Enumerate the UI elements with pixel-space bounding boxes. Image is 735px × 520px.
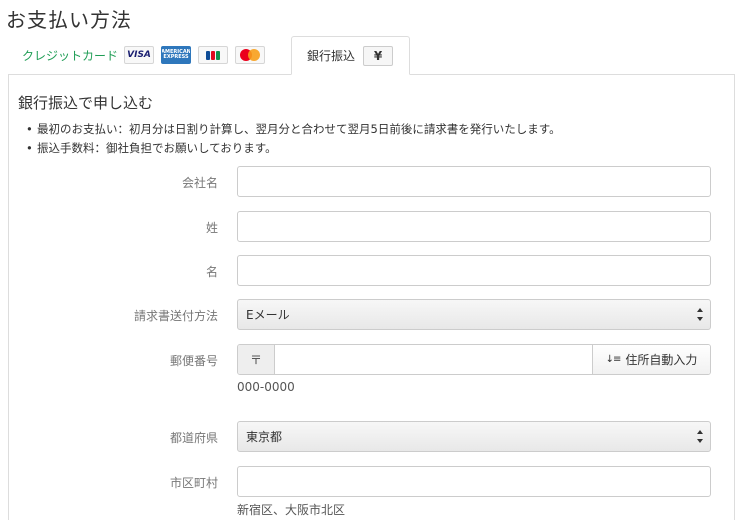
yen-icon: ¥	[363, 45, 394, 66]
tab-credit-card-label: クレジットカード	[22, 48, 119, 63]
invoice-method-label: 請求書送付方法	[133, 309, 218, 323]
visa-icon: VISA	[124, 46, 155, 64]
amex-icon: AMERICAN EXPRESS	[161, 46, 192, 64]
postal-code-label: 郵便番号	[169, 354, 218, 368]
postal-mark-icon: 〒	[238, 345, 275, 374]
company-label: 会社名	[181, 176, 218, 190]
notes-list: 最初のお支払い：初月分は日割り計算し、翌月分と合わせて翌月5日前後に請求書を発行…	[19, 120, 561, 158]
mastercard-icon	[235, 46, 266, 64]
select-arrows-icon	[696, 308, 703, 321]
prefecture-value: 東京都	[246, 430, 283, 444]
city-label: 市区町村	[169, 476, 218, 490]
sort-icon: ↓≡	[605, 354, 622, 365]
note-item: 振込手数料：御社負担でお願いしております。	[19, 139, 561, 158]
city-hint: 新宿区、大阪市北区	[237, 503, 346, 517]
page-title: お支払い方法	[6, 8, 132, 32]
jcb-icon	[198, 46, 229, 64]
first-name-input[interactable]	[237, 255, 711, 286]
postal-code-input[interactable]	[275, 345, 592, 374]
company-input[interactable]	[237, 166, 711, 197]
address-autofill-button[interactable]: ↓≡ 住所自動入力	[592, 345, 710, 374]
select-arrows-icon	[696, 430, 703, 443]
postal-code-group: 〒 ↓≡ 住所自動入力	[237, 344, 711, 375]
note-item: 最初のお支払い：初月分は日割り計算し、翌月分と合わせて翌月5日前後に請求書を発行…	[19, 120, 561, 139]
tab-credit-card[interactable]: クレジットカード VISA AMERICAN EXPRESS	[8, 36, 272, 74]
postal-code-hint: 000-0000	[237, 380, 295, 394]
prefecture-select[interactable]: 東京都	[237, 421, 711, 452]
address-autofill-label: 住所自動入力	[625, 353, 698, 367]
invoice-method-value: Eメール	[246, 308, 290, 322]
last-name-label: 姓	[205, 221, 218, 235]
last-name-input[interactable]	[237, 211, 711, 242]
first-name-label: 名	[205, 265, 218, 279]
tab-bank-transfer[interactable]: 銀行振込 ¥	[291, 36, 410, 75]
bank-transfer-panel: 銀行振込で申し込む 最初のお支払い：初月分は日割り計算し、翌月分と合わせて翌月5…	[8, 74, 735, 520]
payment-method-tabs: クレジットカード VISA AMERICAN EXPRESS 銀行振込 ¥	[8, 36, 735, 75]
invoice-method-select[interactable]: Eメール	[237, 299, 711, 330]
section-title: 銀行振込で申し込む	[18, 94, 154, 112]
prefecture-label: 都道府県	[169, 431, 218, 445]
tab-bank-transfer-label: 銀行振込	[307, 49, 356, 63]
city-input[interactable]	[237, 466, 711, 497]
